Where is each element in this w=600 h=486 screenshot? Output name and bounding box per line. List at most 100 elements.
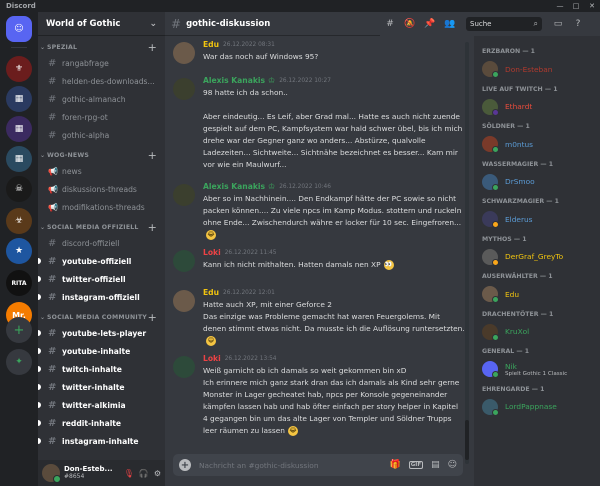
- settings-gear-icon[interactable]: ⚙: [154, 469, 161, 478]
- server-orange-mask[interactable]: ☣: [6, 208, 32, 234]
- member-item[interactable]: m0ntus: [482, 136, 598, 153]
- channel-item[interactable]: 📢 news: [44, 162, 159, 180]
- sticker-icon[interactable]: ▤: [431, 460, 440, 470]
- discord-home[interactable]: ☺: [6, 16, 32, 42]
- create-channel-plus-icon[interactable]: +: [148, 221, 157, 234]
- member-item[interactable]: DerGraf_GreyTo: [482, 248, 598, 266]
- notification-bell-icon[interactable]: 🔕: [400, 19, 420, 29]
- attach-plus-icon[interactable]: +: [179, 459, 191, 471]
- channel-item[interactable]: # reddit-inhalte: [38, 414, 159, 432]
- minimize-button[interactable]: —: [552, 2, 568, 10]
- search-input[interactable]: Suche ⌕: [466, 17, 542, 31]
- message-scrollbar-thumb[interactable]: [465, 420, 469, 460]
- channel-item[interactable]: # youtube-lets-player: [38, 324, 159, 342]
- close-window-button[interactable]: ✕: [584, 2, 600, 10]
- member-item[interactable]: DrSmoo: [482, 173, 598, 191]
- category-header[interactable]: ⌄ WOG-NEWS +: [38, 149, 165, 162]
- server-skull[interactable]: ☠: [6, 176, 32, 202]
- maximize-button[interactable]: □: [568, 2, 584, 10]
- member-list-icon[interactable]: 👥: [440, 19, 460, 29]
- help-icon[interactable]: ?: [568, 19, 588, 29]
- channel-item[interactable]: # discord-offiziell: [44, 234, 159, 252]
- add-server-button[interactable]: +: [6, 317, 32, 343]
- server-group-3[interactable]: ▦: [6, 146, 32, 172]
- mute-microphone-icon[interactable]: 🎙: [124, 469, 134, 478]
- member-item[interactable]: LordPappnase: [482, 398, 598, 416]
- member-item[interactable]: Edu: [482, 286, 598, 303]
- server-star-icon: ★: [14, 246, 24, 256]
- server-group-2-icon: ▦: [14, 124, 24, 134]
- server-rita[interactable]: RITA: [6, 270, 32, 296]
- channel-item[interactable]: # twitch-inhalte: [38, 360, 159, 378]
- message-author[interactable]: Edu: [203, 288, 219, 297]
- message-header: Alexis Kanakis ♔ 26.12.2022 10:27: [203, 76, 331, 85]
- create-channel-plus-icon[interactable]: +: [148, 311, 157, 324]
- message-body: War das noch auf Windows 95?: [203, 51, 465, 63]
- message-composer[interactable]: + Nachricht an #gothic-diskussion 🎁 GIF …: [173, 454, 463, 476]
- channel-item[interactable]: # foren-rpg-ot: [44, 108, 159, 126]
- member-item[interactable]: Nik Spielt Gothic 1 Classic: [482, 361, 598, 378]
- channel-item[interactable]: # twitter-offiziell: [38, 270, 159, 288]
- pin-icon[interactable]: 📌: [420, 19, 440, 29]
- channel-item[interactable]: # gothic-alpha: [44, 126, 159, 144]
- message-author[interactable]: Edu: [203, 40, 219, 49]
- server-group-2[interactable]: ▦: [6, 116, 32, 142]
- channel-item[interactable]: # gothic-almanach: [44, 90, 159, 108]
- member-item[interactable]: KruXol: [482, 323, 598, 341]
- category-header[interactable]: ⌄ SOCIAL MEDIA COMMUNITY +: [38, 311, 165, 324]
- server-gothic-rpg[interactable]: ⚜: [6, 56, 32, 82]
- channel-label: youtube-offiziell: [62, 256, 132, 266]
- message-body: Hatte auch XP, mit einer Geforce 2 Das e…: [203, 299, 465, 347]
- channel-item[interactable]: # twitter-inhalte: [38, 378, 159, 396]
- category-header[interactable]: ⌄ SOCIAL MEDIA OFFIZIELL +: [38, 221, 165, 234]
- member-name: m0ntus: [505, 139, 534, 149]
- channel-item[interactable]: # instagram-offiziell: [38, 288, 159, 306]
- text-channel-hash-icon: #: [48, 57, 57, 69]
- user-avatar[interactable]: [42, 464, 61, 483]
- message-author[interactable]: Loki: [203, 354, 221, 363]
- message-author[interactable]: Loki: [203, 248, 221, 257]
- composer-placeholder[interactable]: Nachricht an #gothic-diskussion: [199, 461, 382, 470]
- message-author[interactable]: Alexis Kanakis: [203, 76, 265, 85]
- server-group-1[interactable]: ▦: [6, 86, 32, 112]
- explore-compass-icon[interactable]: ✦: [6, 349, 32, 375]
- inbox-icon[interactable]: ▭: [548, 19, 568, 29]
- message-avatar[interactable]: [173, 78, 195, 100]
- server-star[interactable]: ★: [6, 238, 32, 264]
- gift-icon[interactable]: 🎁: [390, 460, 401, 470]
- message-avatar[interactable]: [173, 356, 195, 378]
- member-item[interactable]: Don-Esteban: [482, 61, 598, 78]
- channel-item[interactable]: # youtube-offiziell: [38, 252, 159, 270]
- channel-item[interactable]: 📢 diskussions-threads: [44, 180, 159, 198]
- category-header[interactable]: ⌄ SPEZIAL +: [38, 41, 165, 54]
- deafen-headphones-icon[interactable]: 🎧: [139, 469, 149, 478]
- category-label: SPEZIAL: [47, 44, 78, 51]
- channel-item[interactable]: 📢 modifikations-threads: [44, 198, 159, 216]
- member-avatar: [482, 323, 499, 341]
- message-avatar[interactable]: [173, 42, 195, 64]
- channel-item[interactable]: # rangabfrage: [44, 54, 159, 72]
- create-channel-plus-icon[interactable]: +: [148, 149, 157, 162]
- message-avatar[interactable]: [173, 184, 195, 206]
- create-channel-plus-icon[interactable]: +: [148, 41, 157, 54]
- emoji-picker-icon[interactable]: ☺: [448, 460, 457, 470]
- channel-item[interactable]: # youtube-inhalte: [38, 342, 159, 360]
- chevron-down-icon: ⌄: [40, 224, 46, 231]
- message-avatar[interactable]: [173, 290, 195, 312]
- member-item[interactable]: Ethardt: [482, 98, 598, 116]
- threads-icon[interactable]: #: [380, 19, 400, 29]
- channel-item[interactable]: # instagram-inhalte: [38, 432, 159, 450]
- member-text: DerGraf_GreyTo: [505, 252, 563, 261]
- gif-icon[interactable]: GIF: [408, 461, 424, 469]
- message-author[interactable]: Alexis Kanakis: [203, 182, 265, 191]
- channel-label: reddit-inhalte: [62, 418, 122, 428]
- guild-header[interactable]: World of Gothic ⌄: [38, 12, 165, 36]
- member-activity: Spielt Gothic 1 Classic: [505, 370, 568, 377]
- user-names[interactable]: Don-Esteb... #8654: [64, 465, 119, 481]
- channel-item[interactable]: # twitter-alkimia: [38, 396, 159, 414]
- message-avatar[interactable]: [173, 250, 195, 272]
- message-scrollbar-track[interactable]: [465, 42, 469, 464]
- text-channel-hash-icon: #: [48, 435, 57, 447]
- channel-item[interactable]: # helden-des-downloads...: [44, 72, 159, 90]
- member-item[interactable]: Elderus: [482, 211, 598, 228]
